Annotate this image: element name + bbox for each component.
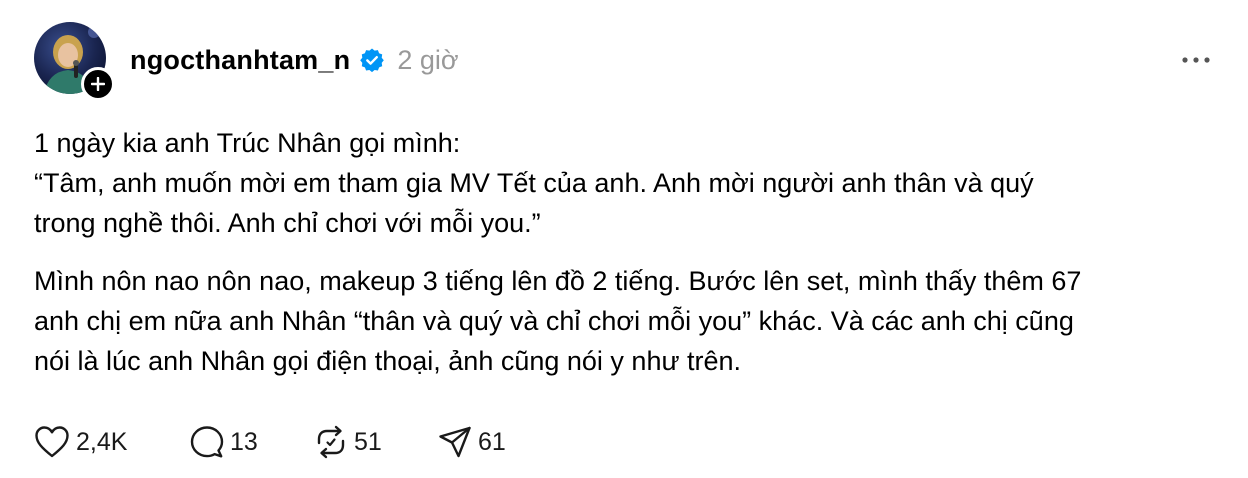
share-count: 61: [478, 427, 506, 456]
paragraph-2: Mình nôn nao nôn nao, makeup 3 tiếng lên…: [34, 261, 1234, 381]
post-body: 1 ngày kia anh Trúc Nhân gọi mình: “Tâm,…: [34, 123, 1234, 381]
username[interactable]: ngocthanhtam_n: [130, 45, 350, 76]
comment-count: 13: [230, 427, 258, 456]
heart-icon: [35, 426, 69, 458]
paragraph-1: 1 ngày kia anh Trúc Nhân gọi mình: “Tâm,…: [34, 123, 1234, 243]
more-icon: [1182, 57, 1210, 63]
verified-badge-icon: [359, 47, 385, 73]
like-button[interactable]: 2,4K: [34, 425, 190, 459]
text-line: “Tâm, anh muốn mời em tham gia MV Tết củ…: [34, 168, 1034, 198]
comment-icon: [190, 426, 224, 458]
repost-count: 51: [354, 427, 382, 456]
like-count: 2,4K: [76, 427, 128, 456]
text-line: nói là lúc anh Nhân gọi điện thoại, ảnh …: [34, 346, 742, 376]
text-line: Mình nôn nao nôn nao, makeup 3 tiếng lên…: [34, 266, 1082, 296]
comment-button[interactable]: 13: [190, 425, 314, 459]
action-bar: 2,4K 13 51 61: [34, 420, 528, 464]
more-options-button[interactable]: [1178, 47, 1214, 73]
post-timestamp: 2 giờ: [397, 44, 459, 75]
follow-button[interactable]: [81, 67, 115, 101]
post-header: ngocthanhtam_n 2 giờ: [130, 40, 459, 80]
share-button[interactable]: 61: [438, 425, 528, 459]
text-line: 1 ngày kia anh Trúc Nhân gọi mình:: [34, 128, 461, 158]
plus-icon: [91, 77, 105, 91]
avatar-container[interactable]: [34, 22, 115, 101]
text-line: trong nghề thôi. Anh chỉ chơi với mỗi yo…: [34, 208, 541, 238]
share-icon: [439, 426, 471, 458]
repost-icon: [317, 425, 345, 459]
repost-button[interactable]: 51: [314, 425, 438, 459]
text-line: anh chị em nữa anh Nhân “thân và quý và …: [34, 306, 1074, 336]
